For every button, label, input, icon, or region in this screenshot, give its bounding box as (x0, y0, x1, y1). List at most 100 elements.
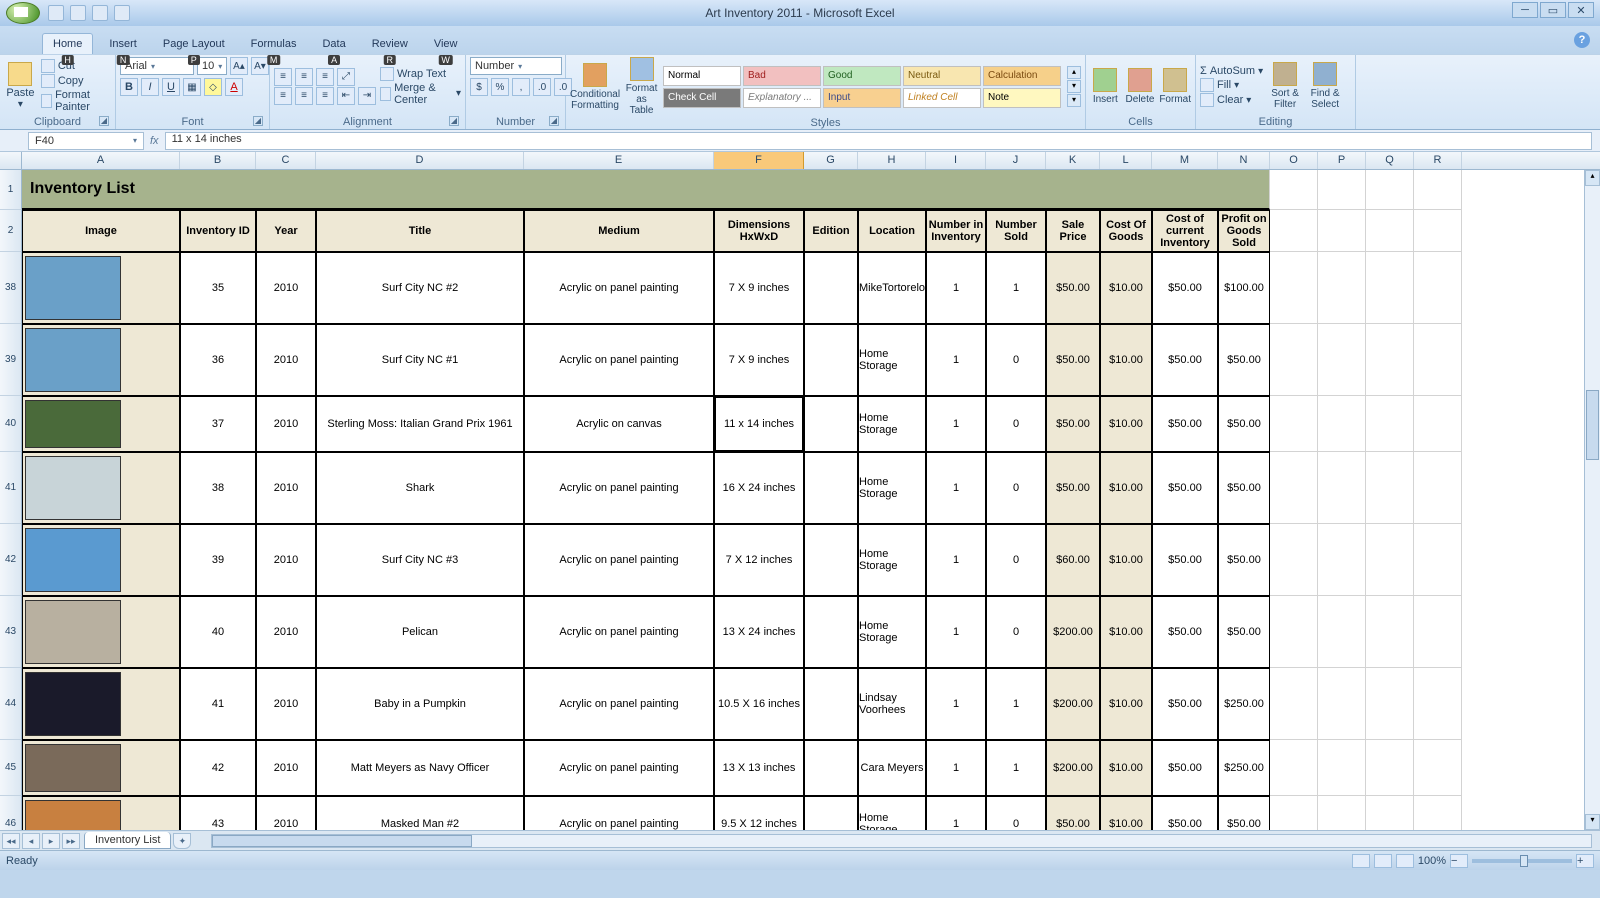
row-header-38[interactable]: 38 (0, 252, 22, 324)
style-note[interactable]: Note (983, 88, 1061, 108)
hscroll-thumb[interactable] (212, 835, 472, 847)
cell[interactable]: $50.00 (1046, 452, 1100, 524)
fx-button[interactable]: fx (150, 135, 159, 147)
cell[interactable]: Surf City NC #2 (316, 252, 524, 324)
cell[interactable]: $60.00 (1046, 524, 1100, 596)
cell[interactable]: 37 (180, 396, 256, 452)
cell[interactable]: Cara Meyers (858, 740, 926, 796)
cell[interactable] (22, 252, 180, 324)
font-color-button[interactable]: A (225, 78, 243, 96)
cell[interactable]: $50.00 (1152, 524, 1218, 596)
cell[interactable]: Acrylic on panel painting (524, 740, 714, 796)
cell[interactable]: $50.00 (1046, 324, 1100, 396)
cell[interactable]: Masked Man #2 (316, 796, 524, 830)
cell[interactable]: 0 (986, 452, 1046, 524)
cell[interactable]: Home Storage (858, 324, 926, 396)
number-format-combo[interactable]: Number▾ (470, 57, 562, 75)
column-header-H[interactable]: H (858, 152, 926, 169)
cell[interactable] (22, 796, 180, 830)
cell[interactable]: 0 (986, 796, 1046, 830)
qat-save-icon[interactable] (48, 5, 64, 21)
row-header-2[interactable]: 2 (0, 210, 22, 252)
select-all-corner[interactable] (0, 152, 22, 169)
row-header-43[interactable]: 43 (0, 596, 22, 668)
column-header-P[interactable]: P (1318, 152, 1366, 169)
percent-button[interactable]: % (491, 78, 509, 96)
cell[interactable]: $50.00 (1218, 452, 1270, 524)
style-calculation[interactable]: Calculation (983, 66, 1061, 86)
cell[interactable]: 0 (986, 396, 1046, 452)
cell[interactable]: Title (316, 210, 524, 252)
cell[interactable]: 1 (926, 796, 986, 830)
orientation-button[interactable]: ⤢ (337, 68, 355, 86)
sort-filter-button[interactable]: Sort & Filter (1267, 62, 1303, 110)
column-header-N[interactable]: N (1218, 152, 1270, 169)
cell[interactable]: Baby in a Pumpkin (316, 668, 524, 740)
cell[interactable]: Home Storage (858, 524, 926, 596)
cell[interactable]: Matt Meyers as Navy Officer (316, 740, 524, 796)
cell[interactable]: $100.00 (1218, 252, 1270, 324)
align-right-button[interactable]: ≡ (316, 87, 334, 105)
cell[interactable]: $10.00 (1100, 796, 1152, 830)
cell[interactable] (22, 740, 180, 796)
cell[interactable]: Cost of current Inventory (1152, 210, 1218, 252)
row-header-44[interactable]: 44 (0, 668, 22, 740)
cell[interactable]: 7 X 12 inches (714, 524, 804, 596)
cell[interactable]: Edition (804, 210, 858, 252)
find-select-button[interactable]: Find & Select (1307, 62, 1343, 110)
cell[interactable]: $50.00 (1152, 252, 1218, 324)
column-header-J[interactable]: J (986, 152, 1046, 169)
border-button[interactable]: ▦ (183, 78, 201, 96)
cell[interactable] (804, 740, 858, 796)
cell[interactable]: $50.00 (1152, 796, 1218, 830)
cell[interactable]: Medium (524, 210, 714, 252)
cell[interactable]: 0 (986, 596, 1046, 668)
cell[interactable]: Pelican (316, 596, 524, 668)
cell[interactable]: 9.5 X 12 inches (714, 796, 804, 830)
cell[interactable]: 2010 (256, 740, 316, 796)
cell[interactable]: 35 (180, 252, 256, 324)
increase-decimal-button[interactable]: .0 (533, 78, 551, 96)
cell[interactable]: Shark (316, 452, 524, 524)
cell[interactable]: 2010 (256, 596, 316, 668)
cell[interactable]: 1 (986, 252, 1046, 324)
office-button[interactable] (6, 2, 40, 24)
tab-view[interactable]: ViewW (424, 34, 468, 54)
cell[interactable]: Home Storage (858, 796, 926, 830)
column-header-D[interactable]: D (316, 152, 524, 169)
cell[interactable]: MikeTortorelo (858, 252, 926, 324)
row-header-41[interactable]: 41 (0, 452, 22, 524)
cell[interactable]: Profit on Goods Sold (1218, 210, 1270, 252)
page-layout-view-button[interactable] (1374, 854, 1392, 868)
spreadsheet-grid[interactable]: ABCDEFGHIJKLMNOPQR 1Inventory List2Image… (0, 152, 1600, 830)
cell[interactable]: $50.00 (1152, 396, 1218, 452)
minimize-button[interactable]: ─ (1512, 2, 1538, 18)
cell[interactable]: 2010 (256, 324, 316, 396)
cell[interactable] (22, 668, 180, 740)
cell[interactable]: Home Storage (858, 596, 926, 668)
cell[interactable]: Inventory ID (180, 210, 256, 252)
italic-button[interactable]: I (141, 78, 159, 96)
cell[interactable]: $50.00 (1046, 396, 1100, 452)
fill-color-button[interactable]: ◇ (204, 78, 222, 96)
column-header-R[interactable]: R (1414, 152, 1462, 169)
column-header-C[interactable]: C (256, 152, 316, 169)
cell[interactable] (804, 796, 858, 830)
currency-button[interactable]: $ (470, 78, 488, 96)
cell[interactable]: 2010 (256, 796, 316, 830)
cell[interactable]: $200.00 (1046, 740, 1100, 796)
underline-button[interactable]: U (162, 78, 180, 96)
new-sheet-button[interactable]: ✦ (173, 833, 191, 849)
cell[interactable]: 11 x 14 inches (714, 396, 804, 452)
cell[interactable]: Number Sold (986, 210, 1046, 252)
column-header-E[interactable]: E (524, 152, 714, 169)
cell[interactable]: Home Storage (858, 452, 926, 524)
style-good[interactable]: Good (823, 66, 901, 86)
increase-indent-button[interactable]: ⇥ (358, 87, 376, 105)
cell[interactable]: $10.00 (1100, 324, 1152, 396)
cell[interactable]: Sale Price (1046, 210, 1100, 252)
cell[interactable]: Acrylic on panel painting (524, 252, 714, 324)
cell[interactable]: 1 (926, 524, 986, 596)
cell[interactable] (22, 524, 180, 596)
decrease-indent-button[interactable]: ⇤ (337, 87, 355, 105)
